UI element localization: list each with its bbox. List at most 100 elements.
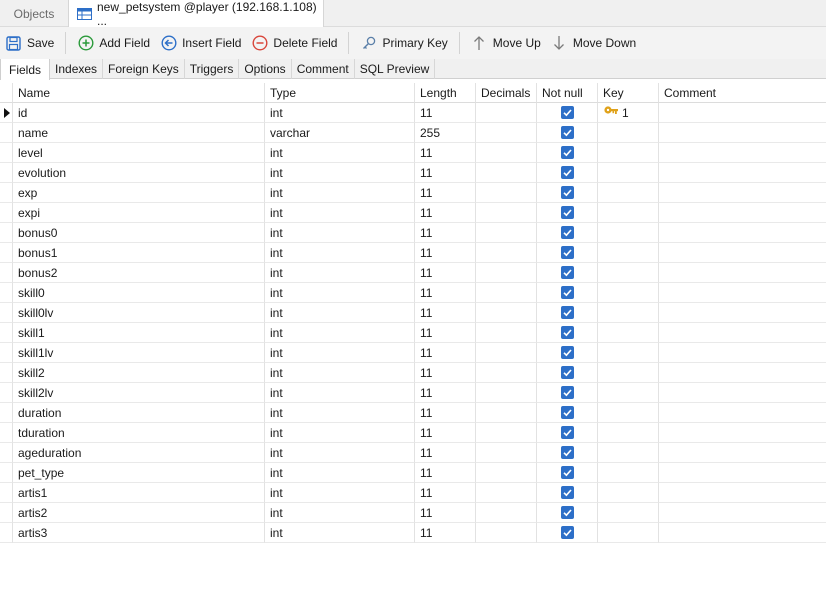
field-decimals-cell[interactable] bbox=[476, 363, 537, 383]
field-decimals-cell[interactable] bbox=[476, 383, 537, 403]
field-comment-cell[interactable] bbox=[659, 183, 826, 203]
field-key-cell[interactable] bbox=[598, 303, 659, 323]
field-comment-cell[interactable] bbox=[659, 323, 826, 343]
not-null-checkbox[interactable] bbox=[537, 283, 598, 303]
field-length-cell[interactable]: 11 bbox=[415, 463, 476, 483]
tab-objects[interactable]: Objects bbox=[0, 0, 68, 27]
table-row[interactable]: level int 11 bbox=[0, 143, 826, 163]
field-type-cell[interactable]: int bbox=[265, 443, 415, 463]
table-row[interactable]: skill2lv int 11 bbox=[0, 383, 826, 403]
field-decimals-cell[interactable] bbox=[476, 243, 537, 263]
field-key-cell[interactable] bbox=[598, 383, 659, 403]
not-null-checkbox[interactable] bbox=[537, 503, 598, 523]
not-null-checkbox[interactable] bbox=[537, 223, 598, 243]
field-key-cell[interactable] bbox=[598, 423, 659, 443]
field-comment-cell[interactable] bbox=[659, 123, 826, 143]
field-comment-cell[interactable] bbox=[659, 163, 826, 183]
table-row[interactable]: bonus2 int 11 bbox=[0, 263, 826, 283]
field-type-cell[interactable]: int bbox=[265, 183, 415, 203]
field-key-cell[interactable] bbox=[598, 363, 659, 383]
tab-triggers[interactable]: Triggers bbox=[185, 59, 240, 79]
field-type-cell[interactable]: int bbox=[265, 303, 415, 323]
not-null-checkbox[interactable] bbox=[537, 463, 598, 483]
field-name-cell[interactable]: skill2lv bbox=[13, 383, 265, 403]
field-comment-cell[interactable] bbox=[659, 303, 826, 323]
field-length-cell[interactable]: 11 bbox=[415, 103, 476, 123]
field-decimals-cell[interactable] bbox=[476, 443, 537, 463]
field-length-cell[interactable]: 11 bbox=[415, 323, 476, 343]
field-type-cell[interactable]: int bbox=[265, 163, 415, 183]
table-row[interactable]: skill0lv int 11 bbox=[0, 303, 826, 323]
field-key-cell[interactable] bbox=[598, 463, 659, 483]
field-key-cell[interactable] bbox=[598, 323, 659, 343]
row-indicator[interactable] bbox=[0, 263, 13, 283]
field-decimals-cell[interactable] bbox=[476, 163, 537, 183]
field-decimals-cell[interactable] bbox=[476, 343, 537, 363]
row-indicator[interactable] bbox=[0, 103, 13, 123]
field-name-cell[interactable]: bonus2 bbox=[13, 263, 265, 283]
field-comment-cell[interactable] bbox=[659, 243, 826, 263]
field-decimals-cell[interactable] bbox=[476, 403, 537, 423]
field-decimals-cell[interactable] bbox=[476, 503, 537, 523]
not-null-checkbox[interactable] bbox=[537, 263, 598, 283]
field-length-cell[interactable]: 11 bbox=[415, 403, 476, 423]
field-length-cell[interactable]: 11 bbox=[415, 363, 476, 383]
field-key-cell[interactable] bbox=[598, 143, 659, 163]
field-length-cell[interactable]: 11 bbox=[415, 523, 476, 543]
field-name-cell[interactable]: tduration bbox=[13, 423, 265, 443]
field-length-cell[interactable]: 11 bbox=[415, 203, 476, 223]
field-key-cell[interactable] bbox=[598, 243, 659, 263]
field-length-cell[interactable]: 11 bbox=[415, 163, 476, 183]
field-key-cell[interactable] bbox=[598, 443, 659, 463]
tab-sql-preview[interactable]: SQL Preview bbox=[355, 59, 436, 79]
field-type-cell[interactable]: int bbox=[265, 363, 415, 383]
field-type-cell[interactable]: int bbox=[265, 483, 415, 503]
field-length-cell[interactable]: 11 bbox=[415, 303, 476, 323]
column-header-name[interactable]: Name bbox=[13, 83, 265, 103]
field-comment-cell[interactable] bbox=[659, 403, 826, 423]
field-decimals-cell[interactable] bbox=[476, 263, 537, 283]
field-key-cell[interactable] bbox=[598, 503, 659, 523]
field-comment-cell[interactable] bbox=[659, 523, 826, 543]
field-length-cell[interactable]: 255 bbox=[415, 123, 476, 143]
move-up-button[interactable]: Move Up bbox=[466, 30, 546, 56]
table-row[interactable]: ageduration int 11 bbox=[0, 443, 826, 463]
field-name-cell[interactable]: expi bbox=[13, 203, 265, 223]
field-decimals-cell[interactable] bbox=[476, 123, 537, 143]
not-null-checkbox[interactable] bbox=[537, 363, 598, 383]
not-null-checkbox[interactable] bbox=[537, 523, 598, 543]
field-name-cell[interactable]: level bbox=[13, 143, 265, 163]
row-indicator[interactable] bbox=[0, 403, 13, 423]
not-null-checkbox[interactable] bbox=[537, 423, 598, 443]
field-type-cell[interactable]: int bbox=[265, 523, 415, 543]
field-comment-cell[interactable] bbox=[659, 423, 826, 443]
not-null-checkbox[interactable] bbox=[537, 143, 598, 163]
table-row[interactable]: expi int 11 bbox=[0, 203, 826, 223]
field-key-cell[interactable] bbox=[598, 343, 659, 363]
field-length-cell[interactable]: 11 bbox=[415, 423, 476, 443]
table-row[interactable]: bonus0 int 11 bbox=[0, 223, 826, 243]
row-indicator[interactable] bbox=[0, 243, 13, 263]
row-indicator[interactable] bbox=[0, 143, 13, 163]
field-name-cell[interactable]: evolution bbox=[13, 163, 265, 183]
column-header-comment[interactable]: Comment bbox=[659, 83, 826, 103]
field-name-cell[interactable]: skill2 bbox=[13, 363, 265, 383]
field-decimals-cell[interactable] bbox=[476, 223, 537, 243]
field-comment-cell[interactable] bbox=[659, 483, 826, 503]
field-type-cell[interactable]: int bbox=[265, 323, 415, 343]
tab-options[interactable]: Options bbox=[239, 59, 292, 79]
table-row[interactable]: tduration int 11 bbox=[0, 423, 826, 443]
field-type-cell[interactable]: int bbox=[265, 103, 415, 123]
not-null-checkbox[interactable] bbox=[537, 163, 598, 183]
row-indicator[interactable] bbox=[0, 463, 13, 483]
add-field-button[interactable]: Add Field bbox=[72, 30, 155, 56]
column-header-key[interactable]: Key bbox=[598, 83, 659, 103]
table-row[interactable]: skill1 int 11 bbox=[0, 323, 826, 343]
row-indicator[interactable] bbox=[0, 503, 13, 523]
field-decimals-cell[interactable] bbox=[476, 483, 537, 503]
field-key-cell[interactable] bbox=[598, 263, 659, 283]
tab-indexes[interactable]: Indexes bbox=[50, 59, 104, 79]
field-decimals-cell[interactable] bbox=[476, 143, 537, 163]
field-name-cell[interactable]: duration bbox=[13, 403, 265, 423]
field-comment-cell[interactable] bbox=[659, 383, 826, 403]
